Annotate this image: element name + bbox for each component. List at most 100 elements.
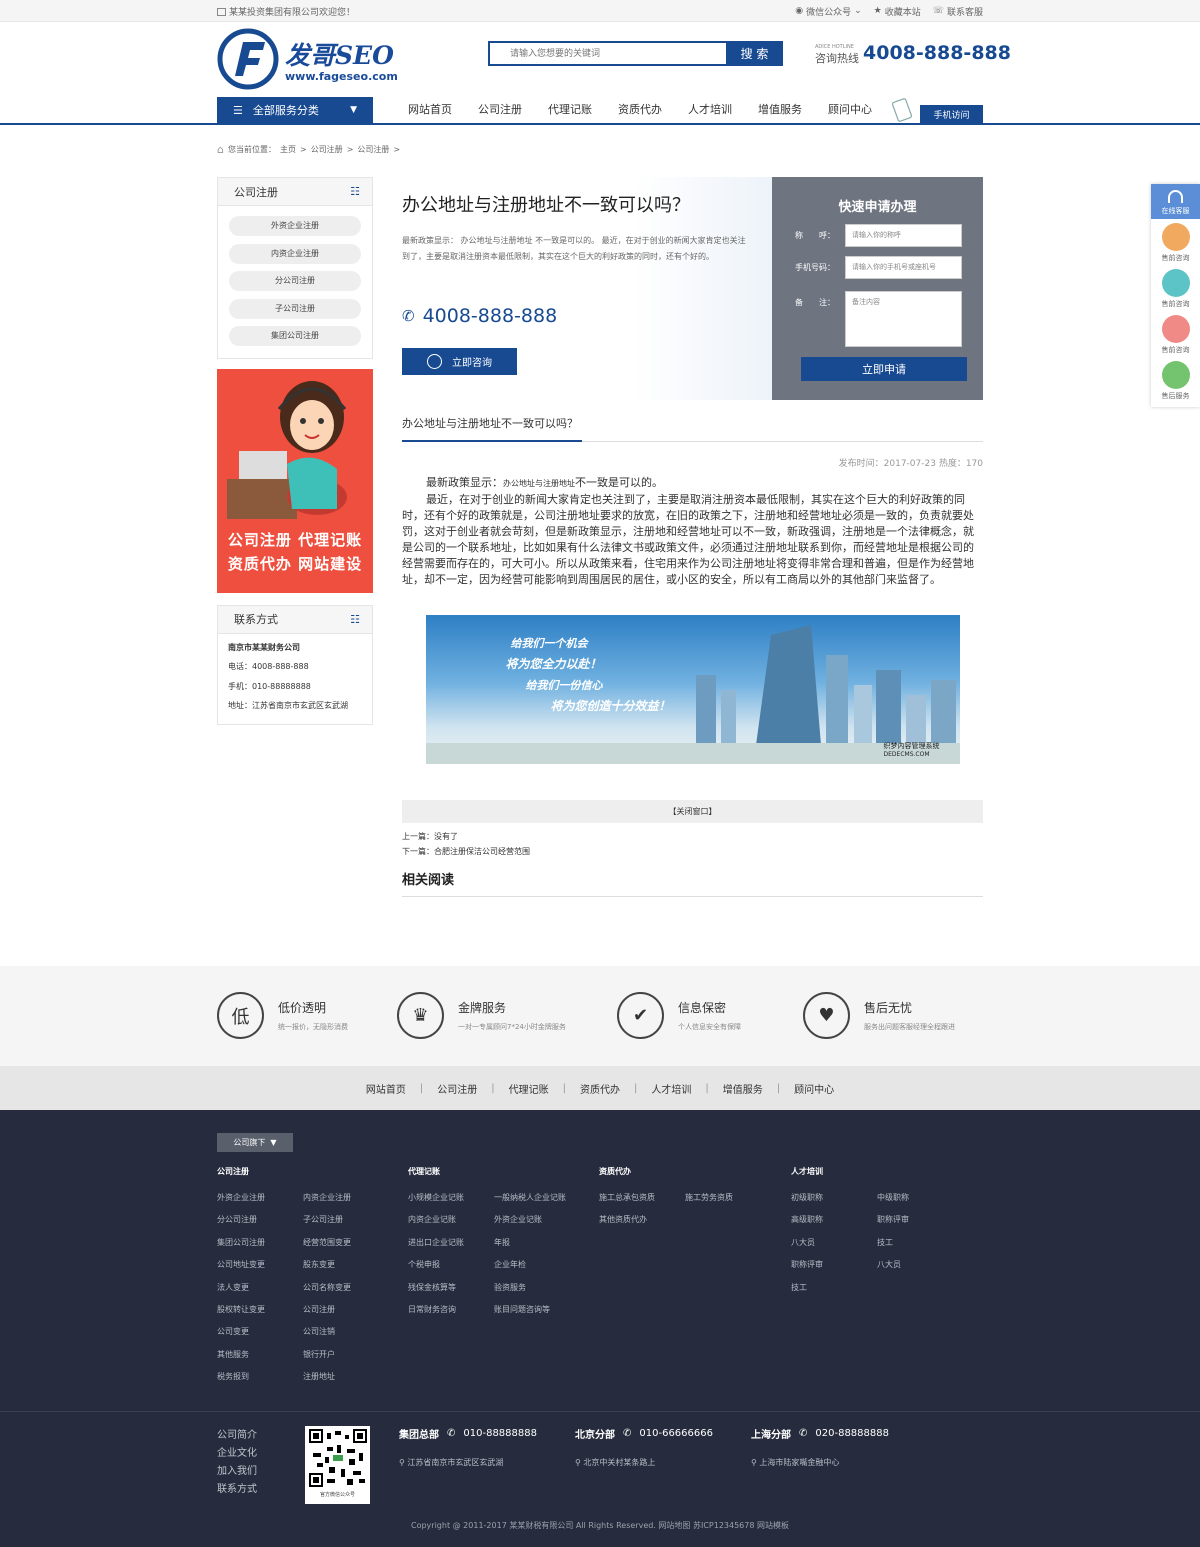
footer-link[interactable]: 年报	[494, 1237, 580, 1259]
contact-phone: 电话：4008-888-888	[228, 662, 309, 671]
aftersale-service[interactable]: 售后服务	[1151, 357, 1200, 403]
prev-article-link[interactable]: 上一篇：没有了	[402, 831, 983, 846]
footer-link[interactable]: 技工	[791, 1282, 877, 1304]
copyright: Copyright @ 2011-2017 某某财税有限公司 All Right…	[411, 1521, 789, 1530]
footer-link[interactable]: 中级职称	[877, 1192, 963, 1214]
nav-item-training[interactable]: 人才培训	[675, 97, 745, 123]
image-watermark-1: 织梦内容管理系统	[883, 742, 940, 750]
search-button[interactable]: 搜 索	[726, 41, 783, 66]
footer-link[interactable]: 公司注销	[303, 1326, 389, 1348]
sidebar-item-subsidiary[interactable]: 子公司注册	[229, 298, 361, 319]
footer-link[interactable]: 外资企业注册	[217, 1192, 303, 1214]
footer-link[interactable]: 公司地址变更	[217, 1259, 303, 1281]
footer-link[interactable]: 股权转让变更	[217, 1304, 303, 1326]
breadcrumb-item-register[interactable]: 公司注册	[311, 144, 343, 155]
footer-link[interactable]: 验资服务	[494, 1282, 580, 1304]
presale-consult-2[interactable]: 售前咨询	[1151, 265, 1200, 311]
footer-link[interactable]: 职称评审	[877, 1214, 963, 1236]
footer-link[interactable]: 内资企业注册	[303, 1192, 389, 1214]
footer-link[interactable]: 其他资质代办	[599, 1214, 685, 1236]
footer-link[interactable]: 其他服务	[217, 1349, 303, 1371]
footer-nav-training[interactable]: 人才培训	[651, 1081, 691, 1096]
phone-input[interactable]: 请输入你的手机号或座机号	[845, 256, 962, 279]
footer-link[interactable]: 残保金核算等	[408, 1282, 494, 1304]
breadcrumb-item-home[interactable]: 主页	[280, 144, 296, 155]
footer-link-about[interactable]: 公司简介	[217, 1426, 257, 1444]
footer-link[interactable]: 八大员	[791, 1237, 877, 1259]
footer-nav-accounting[interactable]: 代理记账	[509, 1081, 549, 1096]
footer-link[interactable]: 经营范围变更	[303, 1237, 389, 1259]
note-textarea[interactable]: 备注内容	[845, 291, 962, 347]
footer-link[interactable]: 子公司注册	[303, 1214, 389, 1236]
footer-nav-consultant[interactable]: 顾问中心	[794, 1081, 834, 1096]
footer-link[interactable]: 技工	[877, 1237, 963, 1259]
footer-link[interactable]: 股东变更	[303, 1259, 389, 1281]
footer-link[interactable]: 初级职称	[791, 1192, 877, 1214]
footer-link[interactable]: 账目问题咨询等	[494, 1304, 580, 1326]
category-menu-button[interactable]: ☰ 全部服务分类 ▼	[217, 97, 373, 123]
welcome-text: 某某投资集团有限公司欢迎您！	[217, 5, 355, 18]
list-icon: ☷	[350, 185, 360, 198]
search-input[interactable]	[488, 41, 726, 66]
sidebar-item-foreign[interactable]: 外资企业注册	[229, 216, 361, 236]
nav-item-value-added[interactable]: 增值服务	[745, 97, 815, 123]
nav-item-consultant[interactable]: 顾问中心	[815, 97, 885, 123]
footer-link[interactable]: 公司注册	[303, 1304, 389, 1326]
breadcrumb-item-current[interactable]: 公司注册	[357, 144, 389, 155]
footer-link[interactable]: 个税申报	[408, 1259, 494, 1281]
footer-link[interactable]: 日常财务咨询	[408, 1304, 494, 1326]
footer-link[interactable]: 分公司注册	[217, 1214, 303, 1236]
footer-link-culture[interactable]: 企业文化	[217, 1444, 257, 1462]
sidebar-item-domestic[interactable]: 内资企业注册	[229, 243, 361, 264]
footer-link[interactable]: 小规模企业记账	[408, 1192, 494, 1214]
footer-nav-home[interactable]: 网站首页	[366, 1081, 406, 1096]
close-window-button[interactable]: 【关闭窗口】	[402, 800, 983, 823]
site-logo[interactable]: 发哥SEO www.fageseo.com	[217, 28, 398, 90]
footer-link[interactable]: 施工总承包资质	[599, 1192, 685, 1214]
footer-link[interactable]: 注册地址	[303, 1371, 389, 1393]
next-article-link[interactable]: 下一篇：合肥注册保洁公司经营范围	[402, 846, 983, 861]
hero-phone: ✆ 4008-888-888	[402, 305, 558, 327]
presale-consult-1[interactable]: 售前咨询	[1151, 219, 1200, 265]
footer-link-contact[interactable]: 联系方式	[217, 1480, 257, 1498]
footer-link[interactable]: 税务报到	[217, 1371, 303, 1393]
service-link[interactable]: ☏ 联系客服	[933, 5, 983, 18]
online-service-button[interactable]: 在线客服	[1151, 184, 1200, 219]
company-subsidiaries-dropdown[interactable]: 公司旗下 ▼	[217, 1133, 293, 1152]
footer-link-join[interactable]: 加入我们	[217, 1462, 257, 1480]
footer-link[interactable]: 外资企业记账	[494, 1214, 580, 1236]
footer-link[interactable]: 法人变更	[217, 1282, 303, 1304]
favorite-link[interactable]: ★ 收藏本站	[874, 5, 921, 18]
nav-item-register[interactable]: 公司注册	[465, 97, 535, 123]
footer-nav-register[interactable]: 公司注册	[437, 1081, 477, 1096]
footer-link[interactable]: 集团公司注册	[217, 1237, 303, 1259]
sidebar-item-group[interactable]: 集团公司注册	[229, 326, 361, 346]
footer-link[interactable]: 进出口企业记账	[408, 1237, 494, 1259]
mobile-visit-button[interactable]: 手机访问	[920, 105, 983, 123]
footer-link[interactable]: 公司名称变更	[303, 1282, 389, 1304]
footer-link[interactable]: 内资企业记账	[408, 1214, 494, 1236]
footer-link[interactable]: 公司变更	[217, 1326, 303, 1348]
consult-button[interactable]: 立即咨询	[402, 348, 517, 375]
nav-item-qualification[interactable]: 资质代办	[605, 97, 675, 123]
footer-link[interactable]: 一般纳税人企业记账	[494, 1192, 580, 1214]
footer-link[interactable]: 银行开户	[303, 1349, 389, 1371]
footer-nav-qualification[interactable]: 资质代办	[580, 1081, 620, 1096]
sidebar-item-branch[interactable]: 分公司注册	[229, 271, 361, 291]
footer-link[interactable]: 职称评审	[791, 1259, 877, 1281]
presale-consult-3[interactable]: 售前咨询	[1151, 311, 1200, 357]
nav-item-home[interactable]: 网站首页	[395, 97, 465, 123]
image-watermark-2: DEDECMS.COM	[883, 751, 930, 758]
feature-gold-service: ♛ 金牌服务 一对一专属顾问7*24小时金牌服务	[397, 992, 566, 1039]
footer-link[interactable]: 八大员	[877, 1259, 963, 1281]
footer-link[interactable]: 高级职称	[791, 1214, 877, 1236]
nav-item-accounting[interactable]: 代理记账	[535, 97, 605, 123]
wechat-link[interactable]: ◉ 微信公众号 ⌄	[795, 5, 861, 18]
footer-link[interactable]: 施工劳务资质	[685, 1192, 771, 1214]
name-input[interactable]: 请输入你的称呼	[845, 224, 962, 247]
name-label: 称 呼：	[795, 231, 835, 240]
sidebar-banner[interactable]: 公司注册 代理记账 资质代办 网站建设	[217, 368, 373, 593]
submit-button[interactable]: 立即申请	[801, 357, 967, 381]
footer-link[interactable]: 企业年检	[494, 1259, 580, 1281]
footer-nav-value-added[interactable]: 增值服务	[723, 1081, 763, 1096]
